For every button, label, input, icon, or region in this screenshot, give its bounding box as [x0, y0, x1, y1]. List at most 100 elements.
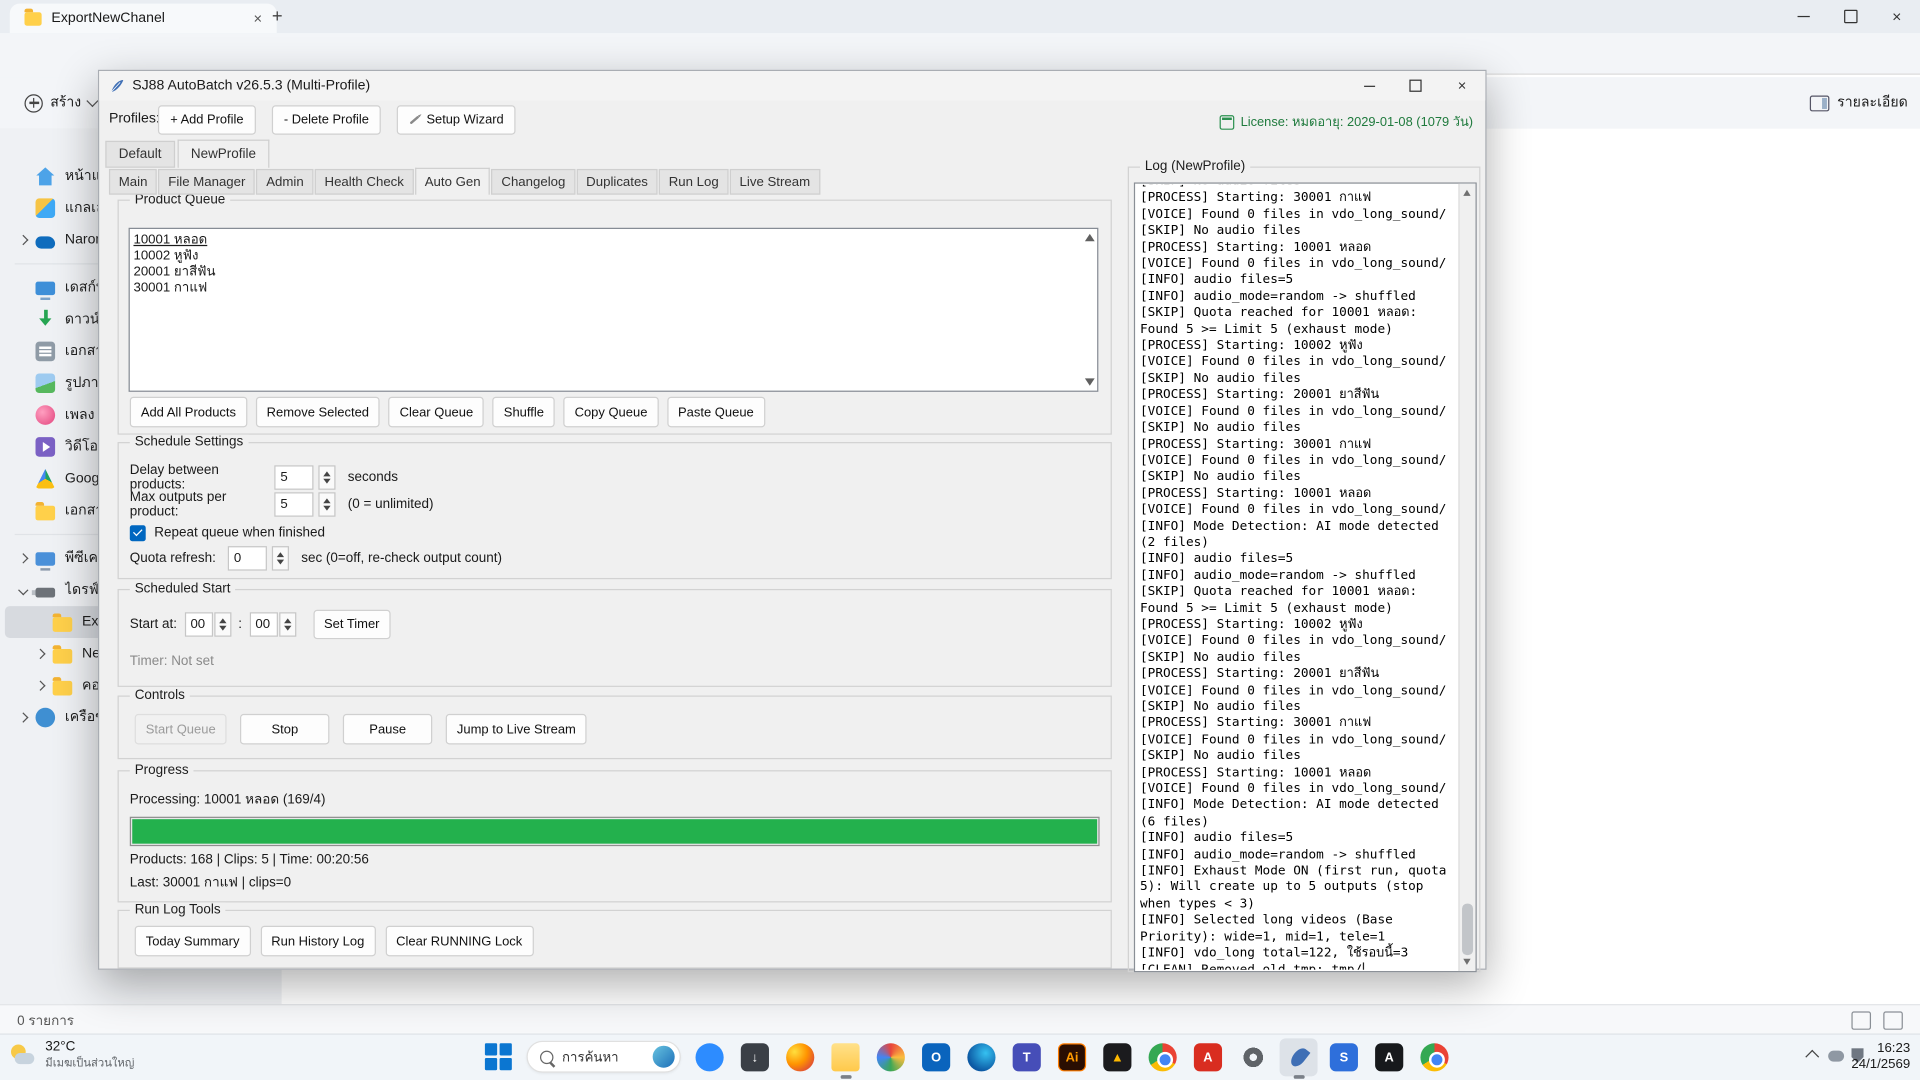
setup-wizard-button[interactable]: Setup Wizard: [397, 105, 516, 134]
dialog-maximize-button[interactable]: [1392, 71, 1439, 100]
log-textarea[interactable]: [SKIP] No audio files[PROCESS] Starting:…: [1134, 182, 1477, 972]
scrollbar-thumb[interactable]: [1461, 904, 1472, 955]
tab-health-check[interactable]: Health Check: [315, 169, 414, 195]
new-button[interactable]: สร้าง: [15, 88, 107, 117]
max-outputs-stepper[interactable]: [318, 492, 335, 516]
window-minimize-button[interactable]: [1780, 0, 1827, 32]
edge-icon[interactable]: [962, 1038, 1000, 1076]
details-pane-button[interactable]: รายละเอียด: [1810, 88, 1908, 117]
spyder-icon[interactable]: S: [1325, 1038, 1363, 1076]
delay-stepper[interactable]: [318, 465, 335, 489]
jump-to-live-stream-button[interactable]: Jump to Live Stream: [446, 714, 587, 745]
scroll-down-icon[interactable]: [1463, 959, 1470, 965]
pause-button[interactable]: Pause: [343, 714, 432, 745]
tab-file-manager[interactable]: File Manager: [158, 169, 255, 195]
start-minute-stepper[interactable]: [279, 612, 296, 636]
weather-widget[interactable]: 32°C มีเมฆเป็นส่วนใหญ่: [10, 1040, 135, 1073]
new-tab-button[interactable]: +: [272, 6, 283, 27]
chrome-profile2-icon[interactable]: [1416, 1038, 1454, 1076]
illustrator-icon[interactable]: Ai: [1053, 1038, 1091, 1076]
start-hour-input[interactable]: 00: [184, 612, 212, 636]
list-view-icon[interactable]: [1851, 1011, 1871, 1029]
queue-item[interactable]: 10001 หลอด: [130, 233, 1097, 249]
log-line: [VOICE] Found 0 files in vdo_long_sound/: [1140, 683, 1458, 699]
chevron-icon[interactable]: [18, 553, 28, 563]
scroll-up-icon[interactable]: [1463, 190, 1470, 196]
start-queue-button[interactable]: Start Queue: [135, 714, 227, 745]
anydesk-icon[interactable]: A: [1370, 1038, 1408, 1076]
teams-icon[interactable]: T: [1008, 1038, 1046, 1076]
stop-button[interactable]: Stop: [240, 714, 329, 745]
button-label: Clear RUNNING Lock: [396, 934, 522, 949]
chevron-icon[interactable]: [18, 235, 28, 245]
queue-item[interactable]: 20001 ยาสีฟัน: [130, 264, 1097, 280]
close-tab-icon[interactable]: ×: [249, 10, 267, 27]
profile-tab-default[interactable]: Default: [105, 141, 175, 168]
start-hour-stepper[interactable]: [214, 612, 231, 636]
search-highlight-icon: [653, 1046, 675, 1068]
clear-queue-button[interactable]: Clear Queue: [389, 397, 485, 428]
chevron-icon[interactable]: [18, 712, 28, 722]
settings-icon[interactable]: [1234, 1038, 1272, 1076]
copy-queue-button[interactable]: Copy Queue: [564, 397, 659, 428]
start-button[interactable]: [485, 1043, 513, 1071]
log-scrollbar[interactable]: [1458, 184, 1475, 971]
today-summary-button[interactable]: Today Summary: [135, 926, 251, 957]
chevron-icon[interactable]: [18, 585, 28, 595]
paste-queue-button[interactable]: Paste Queue: [667, 397, 765, 428]
start-minute-input[interactable]: 00: [249, 612, 277, 636]
onedrive-tray-icon[interactable]: [1828, 1051, 1844, 1062]
set-timer-button[interactable]: Set Timer: [313, 610, 391, 639]
max-outputs-input[interactable]: 5: [274, 492, 313, 516]
tab-live-stream[interactable]: Live Stream: [730, 169, 820, 195]
tab-run-log[interactable]: Run Log: [659, 169, 729, 195]
quota-refresh-stepper[interactable]: [272, 546, 289, 570]
remove-selected-button[interactable]: Remove Selected: [256, 397, 380, 428]
sidebar-item-icon: [36, 552, 56, 565]
log-line: [VOICE] Found 0 files in vdo_long_sound/: [1140, 404, 1458, 420]
delay-input[interactable]: 5: [274, 465, 313, 489]
download-manager-icon[interactable]: ↓: [736, 1038, 774, 1076]
chevron-icon[interactable]: [35, 649, 45, 659]
dialog-close-button[interactable]: ×: [1439, 71, 1486, 100]
tab-admin[interactable]: Admin: [256, 169, 313, 195]
clock[interactable]: 16:23 24/1/2569: [1851, 1041, 1910, 1073]
shuffle-button[interactable]: Shuffle: [493, 397, 555, 428]
outlook-icon[interactable]: O: [917, 1038, 955, 1076]
run-history-log-button[interactable]: Run History Log: [260, 926, 375, 957]
explorer-tab[interactable]: ExportNewChanel ×: [10, 4, 277, 33]
firefox-icon[interactable]: [781, 1038, 819, 1076]
add-profile-button[interactable]: + Add Profile: [158, 105, 256, 134]
hidden-icons-chevron[interactable]: [1805, 1050, 1819, 1064]
file-explorer-icon[interactable]: [827, 1038, 865, 1076]
dialog-minimize-button[interactable]: [1346, 71, 1393, 100]
delete-profile-button[interactable]: - Delete Profile: [272, 105, 382, 134]
tab-changelog[interactable]: Changelog: [492, 169, 576, 195]
repeat-queue-checkbox[interactable]: [130, 525, 146, 541]
quota-refresh-input[interactable]: 0: [228, 546, 267, 570]
product-queue-listbox[interactable]: 10001 หลอด10002 หูฟัง20001 ยาสีฟัน30001 …: [129, 228, 1099, 392]
taskbar-search[interactable]: การค้นหา: [527, 1041, 681, 1073]
thumbnail-view-icon[interactable]: [1883, 1011, 1903, 1029]
profile-tab-newprofile[interactable]: NewProfile: [177, 140, 269, 168]
tab-main[interactable]: Main: [109, 169, 157, 195]
sj88-autobatch-icon[interactable]: [1280, 1038, 1318, 1076]
photos-icon[interactable]: [872, 1038, 910, 1076]
zoom-icon[interactable]: [691, 1038, 729, 1076]
window-maximize-button[interactable]: [1827, 0, 1874, 32]
tab-auto-gen[interactable]: Auto Gen: [415, 168, 490, 195]
window-close-button[interactable]: ×: [1873, 0, 1920, 32]
queue-item[interactable]: 30001 กาแฟ: [130, 280, 1097, 296]
add-all-products-button[interactable]: Add All Products: [130, 397, 247, 428]
scroll-down-icon[interactable]: [1085, 378, 1095, 385]
chevron-icon[interactable]: [35, 681, 45, 691]
log-line: [INFO] audio_mode=random -> shuffled: [1140, 568, 1458, 584]
chrome-icon[interactable]: [1144, 1038, 1182, 1076]
scroll-up-icon[interactable]: [1085, 234, 1095, 241]
queue-item[interactable]: 10002 หูฟัง: [130, 249, 1097, 265]
clear-running-lock-button[interactable]: Clear RUNNING Lock: [385, 926, 533, 957]
triangle-app-icon[interactable]: ▲: [1098, 1038, 1136, 1076]
dialog-title-bar[interactable]: SJ88 AutoBatch v26.5.3 (Multi-Profile) ×: [99, 71, 1485, 100]
tab-duplicates[interactable]: Duplicates: [576, 169, 657, 195]
acrobat-icon[interactable]: A: [1189, 1038, 1227, 1076]
